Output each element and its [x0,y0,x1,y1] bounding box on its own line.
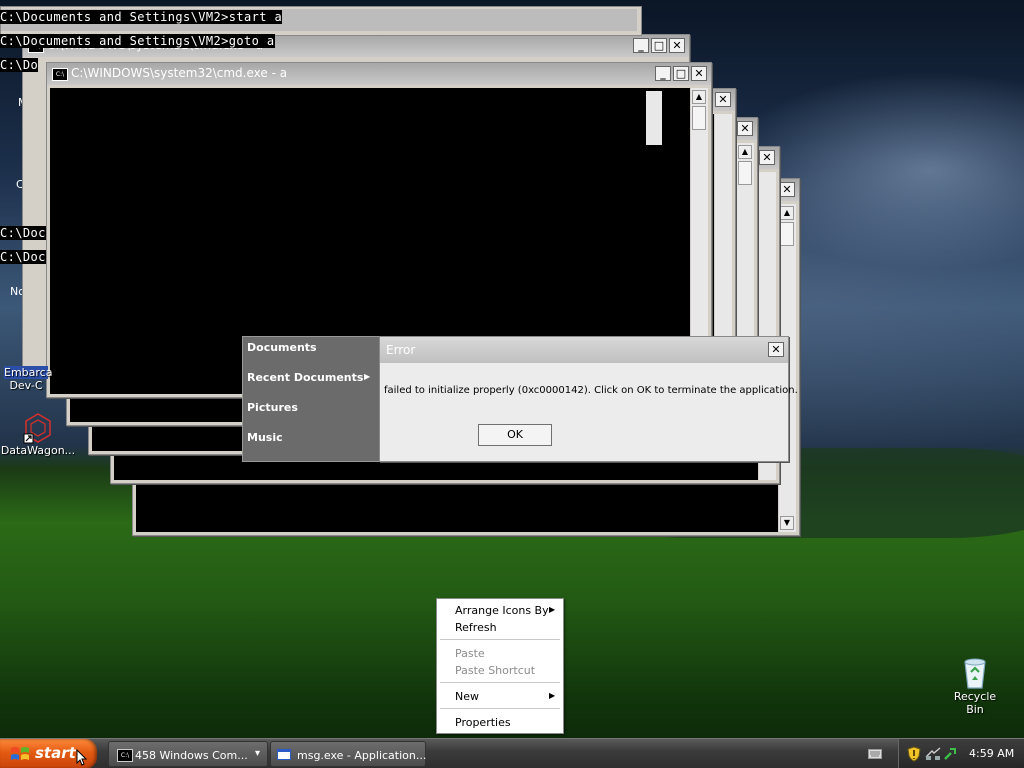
scroll-down-arrow[interactable]: ▼ [780,516,794,530]
ok-button[interactable]: OK [478,424,552,446]
mouse-pointer-icon [76,749,88,766]
cursor-block [646,91,662,145]
close-button[interactable]: ✕ [737,121,753,136]
submenu-arrow-icon: ▶ [549,691,556,700]
title-bar[interactable]: C:\ C:\WINDOWS\system32\cmd.exe - a [47,63,711,85]
maximize-button[interactable]: □ [673,66,689,81]
chevron-down-icon: ▾ [255,748,261,759]
console-line-2: C:\Documents and Settings\VM2>goto a [0,34,275,48]
taskbar-button-msg[interactable]: msg.exe - Application... [270,741,426,767]
start-label: start [35,744,76,762]
dialog-title: Error [386,343,416,357]
recycle-bin-label: Recycle Bin [953,690,997,716]
minimize-button[interactable]: _ [633,38,649,53]
keyboard-icon[interactable] [868,749,882,759]
start-button[interactable]: start [0,739,97,768]
datawagon-shortcut[interactable]: DataWagon... [0,412,76,457]
taskbar-button-label: msg.exe - Application... [297,749,427,762]
windows-flag-icon [11,747,29,760]
menu-item-pictures[interactable]: Pictures [247,401,298,414]
scroll-thumb[interactable] [738,161,752,185]
error-message: failed to initialize properly (0xc000014… [384,385,798,396]
safely-remove-icon[interactable] [943,747,957,761]
submenu-arrow-icon: ▶ [549,605,556,614]
menu-item-paste-shortcut: Paste Shortcut [455,664,536,677]
close-button[interactable]: ✕ [669,38,685,53]
menu-separator [440,639,560,640]
menu-separator [440,682,560,683]
window-title: C:\WINDOWS\system32\cmd.exe - a [71,66,288,80]
desktop[interactable]: M C No □ ✕ ▲ ▼ ✕ □ ✕ ▲ ✕ [0,0,1024,768]
close-button[interactable]: ✕ [691,66,707,81]
security-shield-icon[interactable] [907,746,921,762]
recycle-bin-icon [964,658,986,689]
cmd-icon: C:\ [52,68,68,81]
scroll-up-arrow[interactable]: ▲ [780,206,794,220]
system-tray: 4:59 AM [898,739,1024,768]
scroll-up-arrow[interactable]: ▲ [692,90,706,104]
close-button[interactable]: ✕ [779,182,795,197]
scroll-up-arrow[interactable]: ▲ [738,145,752,159]
close-button[interactable]: ✕ [715,92,731,107]
menu-item-documents[interactable]: Documents [247,341,317,354]
cmd-icon: C:\ [117,749,133,762]
desktop-context-menu[interactable]: Arrange Icons By ▶ Refresh Paste Paste S… [436,598,564,734]
console-line-1: C:\Documents and Settings\VM2>start a [0,10,283,24]
menu-item-new[interactable]: New [455,690,479,703]
menu-item-refresh[interactable]: Refresh [455,621,497,634]
dialog-close-button[interactable]: ✕ [768,342,784,357]
embarcadero-label-1: Embarca [4,366,53,379]
menu-item-recent-documents[interactable]: Recent Documents [247,371,363,384]
close-button[interactable]: ✕ [759,150,775,165]
scroll-thumb[interactable] [692,106,706,130]
taskbar: start C:\ 458 Windows Com... ▾ msg.exe -… [0,738,1024,768]
datawagon-label: DataWagon... [0,444,76,457]
menu-item-properties[interactable]: Properties [455,716,511,729]
menu-item-arrange-icons[interactable]: Arrange Icons By [455,604,549,617]
clock[interactable]: 4:59 AM [969,747,1014,760]
network-icon[interactable] [925,747,941,761]
menu-item-paste: Paste [455,647,485,660]
embarcadero-label-2: Dev-C [9,379,43,392]
dialog-title-bar[interactable]: Error [380,337,788,363]
window-app-icon [277,749,291,760]
start-menu-places[interactable]: Documents Recent Documents ▶ Pictures Mu… [242,336,382,462]
taskbar-button-cmd-group[interactable]: C:\ 458 Windows Com... ▾ [108,741,268,767]
recycle-bin[interactable]: Recycle Bin [944,656,1006,716]
console-line-3: C:\Do [0,58,39,72]
datawagon-icon [23,413,51,444]
maximize-button[interactable]: □ [651,38,667,53]
submenu-arrow-icon: ▶ [364,372,371,381]
menu-separator [440,708,560,709]
menu-item-music[interactable]: Music [247,431,283,444]
embarcadero-shortcut[interactable]: Embarca Dev-C [4,366,53,392]
error-dialog[interactable]: Error ✕ failed to initialize properly (0… [379,336,798,462]
minimize-button[interactable]: _ [655,66,671,81]
scroll-thumb[interactable] [780,222,794,246]
taskbar-button-label: 458 Windows Com... [135,749,248,762]
